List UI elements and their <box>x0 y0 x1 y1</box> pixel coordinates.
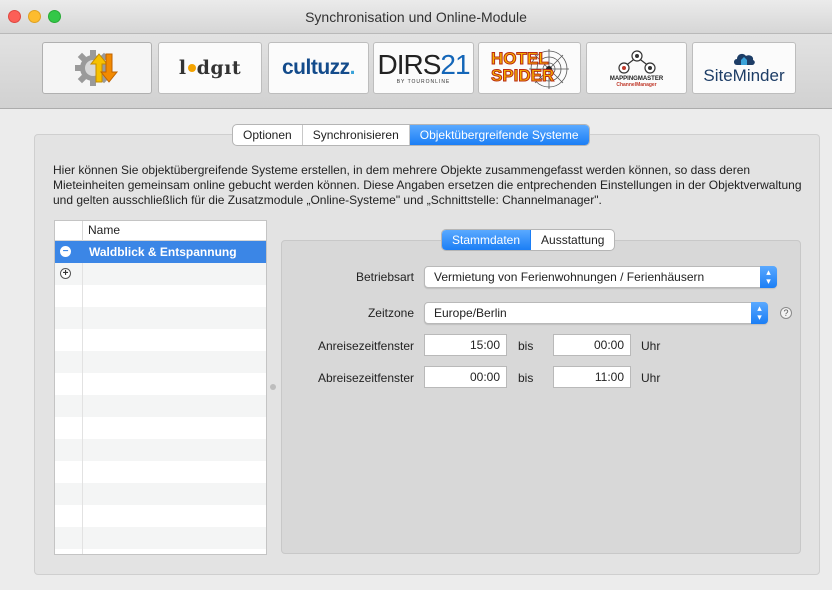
zeitzone-label: Zeitzone <box>367 306 414 320</box>
zeitzone-value: Europe/Berlin <box>434 306 507 320</box>
siteminder-button[interactable]: SiteMinder <box>692 42 796 94</box>
split-view-handle[interactable] <box>270 384 276 390</box>
module-toolbar: l dgıt cultuzz. DIRS21 BY TOURONLINE HOT… <box>0 34 832 109</box>
detail-tab-bar: Stammdaten Ausstattung <box>441 229 616 251</box>
mapping-master-logo: MAPPINGMASTER ChannelManager <box>610 49 663 88</box>
main-tab-bar: Optionen Synchronisieren Objektübergreif… <box>232 124 590 146</box>
dirs21-logo: DIRS21 BY TOURONLINE <box>377 49 470 85</box>
cultuzz-button[interactable]: cultuzz. <box>268 42 369 94</box>
updown-chevron-icon: ▴ ▾ <box>760 266 777 288</box>
list-item[interactable]: − Waldblick & Entspannung <box>55 241 266 263</box>
gear-arrows-icon <box>75 50 119 86</box>
sync-settings-button[interactable] <box>42 42 152 94</box>
siteminder-logo: SiteMinder <box>703 50 785 86</box>
anreise-from-field[interactable]: 15:00 <box>424 334 507 356</box>
empty-row <box>55 461 266 483</box>
abreise-label: Abreisezeitfenster <box>317 371 414 385</box>
zeitzone-select[interactable]: Europe/Berlin ▴ ▾ <box>424 302 768 324</box>
app-window: Synchronisation und Online-Module l dgıt… <box>0 0 832 590</box>
tab-optionen[interactable]: Optionen <box>233 125 303 145</box>
title-bar: Synchronisation und Online-Module <box>0 0 832 34</box>
abreise-to-field[interactable]: 11:00 <box>553 366 631 388</box>
empty-row <box>55 439 266 461</box>
abreise-from-field[interactable]: 00:00 <box>424 366 507 388</box>
empty-row <box>55 527 266 549</box>
empty-row <box>55 329 266 351</box>
abreise-unit-label: Uhr <box>641 371 661 385</box>
updown-chevron-icon: ▴ ▾ <box>751 302 768 324</box>
network-nodes-icon <box>617 49 656 74</box>
dirs21-button[interactable]: DIRS21 BY TOURONLINE <box>373 42 474 94</box>
anreise-to-field[interactable]: 00:00 <box>553 334 631 356</box>
name-column-header[interactable]: Name <box>88 223 120 237</box>
description-text: Hier können Sie objektübergreifende Syst… <box>53 163 802 207</box>
cloud-house-icon <box>733 53 755 65</box>
betriebsart-value: Vermietung von Ferienwohnungen / Ferienh… <box>434 270 705 284</box>
remove-item-icon[interactable]: − <box>60 246 71 257</box>
help-icon[interactable]: ? <box>780 307 792 319</box>
empty-row <box>55 395 266 417</box>
betriebsart-label: Betriebsart <box>355 270 414 284</box>
empty-row <box>55 505 266 527</box>
object-list[interactable]: Name − Waldblick & Entspannung + <box>54 220 267 555</box>
empty-row <box>55 285 266 307</box>
list-header: Name <box>55 221 266 241</box>
tab-ausstattung[interactable]: Ausstattung <box>531 230 614 250</box>
tab-synchronisieren[interactable]: Synchronisieren <box>303 125 410 145</box>
window-title: Synchronisation und Online-Module <box>305 9 527 25</box>
hotel-spider-logo: HOTEL SPIDER <box>479 43 580 93</box>
hotel-spider-button[interactable]: HOTEL SPIDER <box>478 42 581 94</box>
anreise-label: Anreisezeitfenster <box>317 339 414 353</box>
mapping-master-button[interactable]: MAPPINGMASTER ChannelManager <box>586 42 687 94</box>
list-item-label: Waldblick & Entspannung <box>89 245 237 259</box>
empty-row <box>55 417 266 439</box>
add-item-icon[interactable]: + <box>60 268 71 279</box>
anreise-unit-label: Uhr <box>641 339 661 353</box>
list-row-add[interactable]: + <box>55 263 266 285</box>
lodgit-button[interactable]: l dgıt <box>158 42 262 94</box>
betriebsart-select[interactable]: Vermietung von Ferienwohnungen / Ferienh… <box>424 266 777 288</box>
tab-stammdaten[interactable]: Stammdaten <box>442 230 532 250</box>
empty-row <box>55 483 266 505</box>
empty-row <box>55 373 266 395</box>
empty-row <box>55 549 266 554</box>
anreise-bis-label: bis <box>518 339 534 353</box>
empty-row <box>55 307 266 329</box>
empty-row <box>55 351 266 373</box>
lodgit-logo: l dgıt <box>178 57 242 79</box>
cultuzz-logo: cultuzz. <box>281 56 356 79</box>
abreise-bis-label: bis <box>518 371 534 385</box>
tab-objektuebergreifende-systeme[interactable]: Objektübergreifende Systeme <box>409 125 589 145</box>
